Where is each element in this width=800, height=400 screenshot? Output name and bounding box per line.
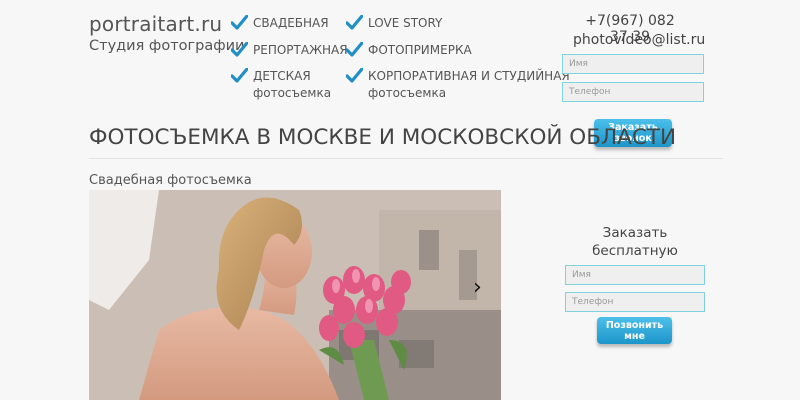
email-address[interactable]: photovideo@list.ru	[573, 32, 705, 48]
consult-phone-input[interactable]	[565, 292, 705, 312]
service-item-lovestory[interactable]: LOVE STORY	[346, 15, 443, 32]
check-icon	[231, 42, 248, 57]
divider	[89, 158, 723, 159]
service-sublabel: фотосъемка	[253, 86, 332, 100]
service-label: РЕПОРТАЖНАЯ	[253, 43, 348, 57]
check-icon	[346, 68, 363, 83]
photo-slider[interactable]: ›	[89, 190, 501, 400]
service-item-reportage[interactable]: РЕПОРТАЖНАЯ	[231, 42, 348, 59]
service-label: СВАДЕБНАЯ	[253, 16, 329, 30]
consult-title-line1: Заказать бесплатную	[592, 225, 678, 259]
service-label: ДЕТСКАЯ	[253, 69, 311, 83]
check-icon	[231, 15, 248, 30]
callback-phone-input[interactable]	[562, 82, 704, 102]
check-icon	[231, 68, 248, 83]
check-icon	[346, 15, 363, 30]
site-name[interactable]: portraitart.ru	[89, 12, 222, 36]
slider-next-arrow[interactable]: ›	[473, 277, 482, 299]
wedding-photo	[89, 190, 501, 400]
check-icon	[346, 42, 363, 57]
site-tagline: Студия фотографии	[89, 38, 245, 54]
service-item-wedding[interactable]: СВАДЕБНАЯ	[231, 15, 329, 32]
callback-name-input[interactable]	[562, 54, 704, 74]
service-label: ФОТОПРИМЕРКА	[368, 43, 472, 57]
consult-name-input[interactable]	[565, 265, 705, 285]
service-label: LOVE STORY	[368, 16, 443, 30]
service-item-kids[interactable]: ДЕТСКАЯ фотосъемка	[231, 68, 332, 102]
page-title: ФОТОСЪЕМКА В МОСКВЕ И МОСКОВСКОЙ ОБЛАСТИ	[89, 125, 677, 150]
service-label: КОРПОРАТИВНАЯ И СТУДИЙНАЯ	[368, 69, 570, 83]
call-me-button[interactable]: Позвонить мне	[597, 317, 672, 344]
service-item-corporate[interactable]: КОРПОРАТИВНАЯ И СТУДИЙНАЯ фотосъемка	[346, 68, 570, 102]
service-sublabel: фотосъемка	[368, 86, 447, 100]
service-item-fitting[interactable]: ФОТОПРИМЕРКА	[346, 42, 472, 59]
section-title: Свадебная фотосъемка	[89, 173, 252, 188]
